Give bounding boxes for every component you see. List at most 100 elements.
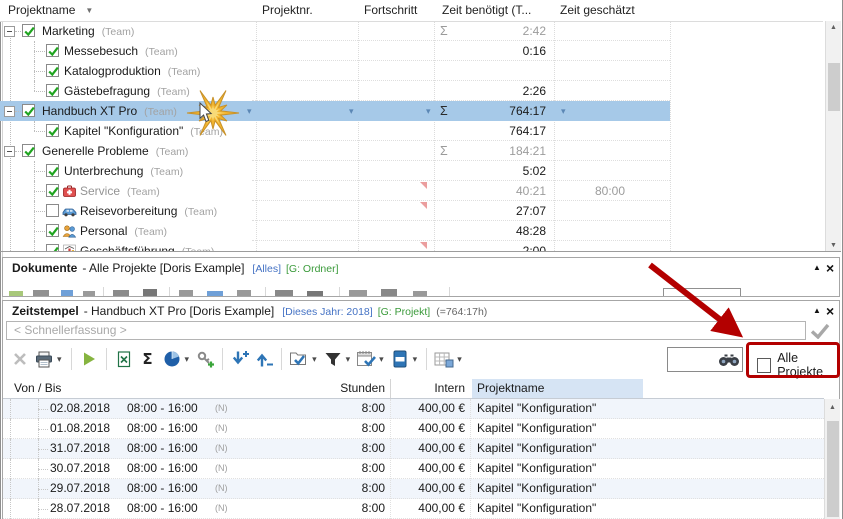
- insert-up-button[interactable]: [253, 348, 275, 370]
- scroll-up-icon[interactable]: ▲: [826, 21, 841, 33]
- binoculars-icon[interactable]: [718, 353, 740, 367]
- zeitstempel-panel-header: Zeitstempel- Handbuch XT Pro [Doris Exam…: [12, 302, 487, 322]
- dropdown-icon[interactable]: ▾: [346, 354, 351, 365]
- excel-export-button[interactable]: [113, 348, 135, 370]
- table-layout-button[interactable]: [433, 348, 455, 370]
- dropdown-icon[interactable]: ▾: [312, 354, 317, 365]
- panel-subtitle: - Alle Projekte [Doris Example]: [82, 261, 244, 275]
- search-input[interactable]: [670, 350, 720, 369]
- sort-desc-icon[interactable]: ▼: [85, 6, 93, 15]
- tree-row[interactable]: Messebesuch(Team)0:16: [0, 41, 823, 61]
- team-badge: (Team): [144, 106, 177, 118]
- column-header-projektnr[interactable]: Projektnr.: [262, 0, 313, 21]
- dropdown-icon[interactable]: ▾: [57, 354, 62, 365]
- dropdown-icon[interactable]: ▾: [379, 354, 384, 365]
- time-table-scrollbar[interactable]: ▲: [824, 399, 840, 519]
- calendar-filter-button[interactable]: [355, 348, 377, 370]
- tree-row[interactable]: Reisevorbereitung(Team)27:07: [0, 201, 823, 221]
- project-name: Generelle Probleme: [42, 144, 149, 158]
- print-button[interactable]: [33, 348, 55, 370]
- tree-row[interactable]: Katalogproduktion(Team): [0, 61, 823, 81]
- collapse-panel-button[interactable]: ▲: [813, 306, 821, 315]
- tree-row[interactable]: Service(Team)40:2180:00: [0, 181, 823, 201]
- row-checkbox[interactable]: [46, 184, 59, 197]
- row-checkbox[interactable]: [22, 104, 35, 117]
- tree-connector: [38, 489, 48, 490]
- clipped-icon-fragment: [83, 291, 95, 296]
- row-checkbox[interactable]: [46, 64, 59, 77]
- column-header-fortschritt[interactable]: Fortschritt: [364, 0, 417, 21]
- confirm-check-icon[interactable]: [810, 323, 830, 342]
- expand-toggle[interactable]: [4, 26, 15, 37]
- column-header-projektname[interactable]: Projektname: [477, 379, 544, 398]
- tree-row[interactable]: Generelle Probleme(Team)Σ184:21: [0, 141, 823, 161]
- tree-row[interactable]: Personal(Team)48:28: [0, 221, 823, 241]
- cell-dropdown-icon[interactable]: ▾: [247, 101, 252, 121]
- time-row[interactable]: 28.07.201808:00 - 16:00(N)8:00400,00 €Ka…: [3, 499, 824, 519]
- tree-row[interactable]: Unterbrechung(Team)5:02: [0, 161, 823, 181]
- time-row[interactable]: 02.08.201808:00 - 16:00(N)8:00400,00 €Ka…: [3, 399, 824, 419]
- scrollbar-thumb[interactable]: [828, 63, 840, 111]
- filter-button[interactable]: [322, 348, 344, 370]
- row-checkbox[interactable]: [46, 164, 59, 177]
- gridline: [390, 399, 391, 519]
- tree-row[interactable]: Marketing(Team)Σ2:42: [0, 21, 823, 41]
- collapse-panel-button[interactable]: ▲: [813, 263, 821, 272]
- expand-toggle[interactable]: [4, 146, 15, 157]
- tree-row[interactable]: Gästebefragung(Team)2:26: [0, 81, 823, 101]
- folder-filter-button[interactable]: [288, 348, 310, 370]
- flag-badge: (N): [215, 399, 228, 418]
- row-checkbox[interactable]: [46, 124, 59, 137]
- zeit-benoetigt-value: 2:00: [434, 241, 546, 251]
- column-header-projektname[interactable]: Projektname▼: [8, 0, 93, 21]
- column-header-zeit-geschaetzt[interactable]: Zeit geschätzt: [560, 0, 635, 21]
- scroll-down-icon[interactable]: ▼: [826, 239, 841, 251]
- dropdown-icon[interactable]: ▾: [457, 354, 462, 365]
- time-row[interactable]: 01.08.201808:00 - 16:00(N)8:00400,00 €Ka…: [3, 419, 824, 439]
- column-header-intern[interactable]: Intern: [390, 379, 465, 398]
- row-checkbox[interactable]: [46, 44, 59, 57]
- sum-button[interactable]: Σ: [137, 348, 159, 370]
- row-checkbox[interactable]: [46, 244, 59, 251]
- tree-row[interactable]: Geschäftsführung(Team) 2:00: [0, 241, 823, 251]
- row-checkbox[interactable]: [46, 84, 59, 97]
- time-row[interactable]: 30.07.201808:00 - 16:00(N)8:00400,00 €Ka…: [3, 459, 824, 479]
- row-checkbox[interactable]: [22, 144, 35, 157]
- pie-chart-button[interactable]: [161, 348, 183, 370]
- clipped-icon-fragment: [169, 287, 170, 296]
- column-header-stunden[interactable]: Stunden: [280, 379, 385, 398]
- delete-button[interactable]: [9, 348, 31, 370]
- scroll-up-icon[interactable]: ▲: [825, 401, 840, 413]
- tree-scrollbar[interactable]: ▲ ▼: [825, 21, 841, 251]
- column-header-von-bis[interactable]: Von / Bis: [14, 379, 61, 398]
- note-marker: [420, 242, 427, 249]
- row-checkbox[interactable]: [46, 224, 59, 237]
- insert-down-button[interactable]: [229, 348, 251, 370]
- time-row[interactable]: 29.07.201808:00 - 16:00(N)8:00400,00 €Ka…: [3, 479, 824, 499]
- run-button[interactable]: [78, 348, 100, 370]
- project-name-cell: Service(Team): [80, 181, 160, 202]
- cell-dropdown-icon[interactable]: ▾: [426, 101, 431, 121]
- add-entry-button[interactable]: [194, 348, 216, 370]
- search-box[interactable]: [667, 347, 743, 372]
- column-header-zeit-benoetigt[interactable]: Zeit benötigt (T...: [442, 0, 531, 21]
- expand-toggle[interactable]: [4, 106, 15, 117]
- tree-row[interactable]: Kapitel "Konfiguration"(Team)764:17: [0, 121, 823, 141]
- close-panel-button[interactable]: ×: [826, 306, 834, 316]
- tree-connector: [38, 469, 48, 470]
- report-button[interactable]: [389, 348, 411, 370]
- tree-connector: [34, 121, 35, 131]
- row-checkbox[interactable]: [46, 204, 59, 217]
- cell-dropdown-icon[interactable]: ▾: [349, 101, 354, 121]
- row-checkbox[interactable]: [22, 24, 35, 37]
- project-name-cell: Geschäftsführung(Team): [80, 241, 214, 251]
- cell-dropdown-icon[interactable]: ▾: [561, 101, 566, 121]
- dropdown-icon[interactable]: ▾: [185, 354, 190, 365]
- close-panel-button[interactable]: ×: [826, 263, 834, 273]
- time-row[interactable]: 31.07.201808:00 - 16:00(N)8:00400,00 €Ka…: [3, 439, 824, 459]
- filter-tag: [Alles]: [252, 263, 281, 275]
- dropdown-icon[interactable]: ▾: [413, 354, 418, 365]
- tree-row[interactable]: Handbuch XT Pro(Team)Σ764:17▾▾▾▾: [0, 101, 823, 121]
- scrollbar-thumb[interactable]: [827, 421, 839, 517]
- quick-entry-input[interactable]: < Schnellerfassung >: [6, 321, 806, 340]
